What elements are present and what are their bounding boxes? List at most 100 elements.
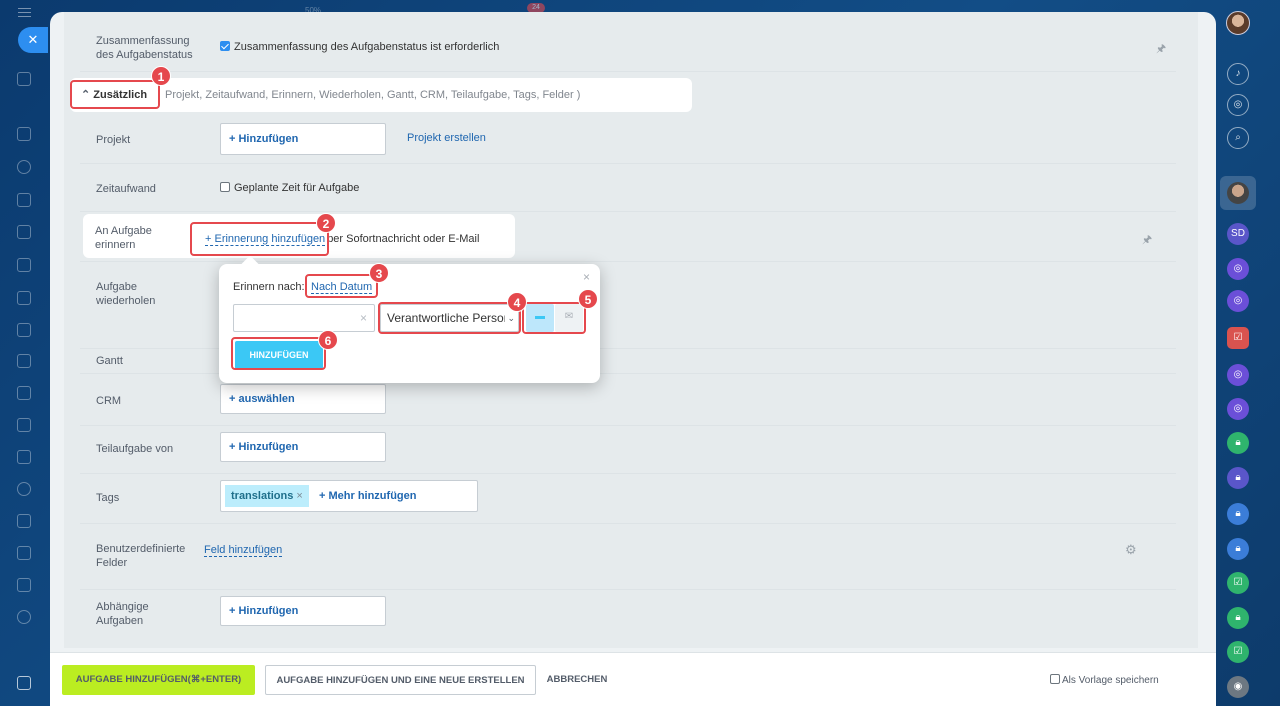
doc-icon[interactable] <box>17 193 31 207</box>
add-field-link[interactable]: Feld hinzufügen <box>204 544 283 557</box>
lock-icon[interactable]: 🔒︎ <box>1227 432 1249 454</box>
tag-chip[interactable]: translations × <box>225 485 309 507</box>
crm-select-button[interactable]: + auswählen <box>220 384 386 414</box>
clear-icon[interactable]: × <box>360 311 367 325</box>
message-icon[interactable] <box>17 450 31 464</box>
gear-icon[interactable]: ⚙ <box>1125 542 1137 558</box>
time-checkbox-row[interactable]: Geplante Zeit für Aufgabe <box>220 182 359 194</box>
crm-label: CRM <box>96 395 122 407</box>
tasks-icon[interactable] <box>17 386 31 400</box>
template-checkbox-row[interactable]: Als Vorlage speichern <box>1050 674 1159 686</box>
feed-icon[interactable] <box>17 127 31 141</box>
chat-avatar-tasks[interactable]: ☑ <box>1227 327 1249 349</box>
annotation-box-3 <box>305 274 378 298</box>
printer-icon[interactable] <box>17 676 31 690</box>
time-row: Zeitaufwand Geplante Zeit für Aufgabe <box>80 164 1176 212</box>
popup-close-icon[interactable]: × <box>583 270 590 284</box>
right-sidebar: ♪ ◎ ⌕ SD ◎ ◎ ☑ ◎ ◎ 🔒︎ 🔒︎ 🔒︎ 🔒︎ ☑ 🔒︎ ☑ ◉ <box>1216 0 1280 706</box>
chat-avatar-sd[interactable]: SD <box>1227 223 1249 245</box>
reminder-suffix: per Sofortnachricht oder E-Mail <box>327 233 480 245</box>
pin-icon-2[interactable]: 🖈 <box>1142 231 1152 250</box>
summary-checkbox-text: Zusammenfassung des Aufgabenstatus ist e… <box>234 41 500 53</box>
add-task-button[interactable]: AUFGABE HINZUFÜGEN(⌘+ENTER) <box>62 665 255 695</box>
globe-icon[interactable] <box>17 482 31 496</box>
project-add-button[interactable]: + Hinzufügen <box>220 123 386 155</box>
check-icon[interactable]: ☑ <box>1227 572 1249 594</box>
time-label: Zeitaufwand <box>96 183 156 195</box>
lock-icon-4[interactable]: 🔒︎ <box>1227 538 1249 560</box>
summary-row: Zusammenfassung des Aufgabenstatus Zusam… <box>80 12 1176 72</box>
annotation-badge-3: 3 <box>369 263 389 283</box>
filter-icon[interactable] <box>17 514 31 528</box>
reminder-prefix: Erinnern nach: <box>233 281 305 293</box>
close-button[interactable]: ✕ <box>18 27 48 53</box>
bank-icon[interactable] <box>17 418 31 432</box>
subtask-row: Teilaufgabe von + Hinzufügen <box>80 426 1176 474</box>
extra-items: Projekt, Zeitaufwand, Erinnern, Wiederho… <box>165 89 581 101</box>
crm-row: CRM + auswählen <box>80 378 1176 426</box>
add-and-new-button[interactable]: AUFGABE HINZUFÜGEN UND EINE NEUE ERSTELL… <box>265 665 536 695</box>
tags-label: Tags <box>96 492 120 504</box>
lock-icon-3[interactable]: 🔒︎ <box>1227 503 1249 525</box>
users-icon[interactable] <box>17 160 31 174</box>
template-checkbox[interactable] <box>1050 674 1060 684</box>
cancel-button[interactable]: ABBRECHEN <box>542 665 612 695</box>
summary-checkbox[interactable] <box>220 41 230 51</box>
lock-icon-5[interactable]: 🔒︎ <box>1227 607 1249 629</box>
left-sidebar: ✕ <box>0 0 50 706</box>
summary-label: Zusammenfassung des Aufgabenstatus <box>96 35 193 61</box>
chat-avatar-3[interactable]: ◎ <box>1227 364 1249 386</box>
date-input[interactable]: × <box>233 304 375 332</box>
tags-row: Tags translations × + Mehr hinzufügen <box>80 474 1176 524</box>
lock-icon-2[interactable]: 🔒︎ <box>1227 467 1249 489</box>
time-checkbox[interactable] <box>220 182 230 192</box>
subtask-label: Teilaufgabe von <box>96 443 174 455</box>
repeat-label: Aufgabe wiederholen <box>96 281 156 307</box>
summary-checkbox-row[interactable]: Zusammenfassung des Aufgabenstatus ist e… <box>220 41 499 53</box>
dependent-label: Abhängige Aufgaben <box>96 601 149 627</box>
pin-icon[interactable]: 🖈 <box>1156 40 1166 59</box>
annotation-box-4 <box>378 302 521 334</box>
chart-icon[interactable] <box>17 323 31 337</box>
screen-icon[interactable] <box>17 258 31 272</box>
subtask-add-button[interactable]: + Hinzufügen <box>220 432 386 462</box>
storage-icon[interactable] <box>17 225 31 239</box>
gantt-label: Gantt <box>96 355 123 367</box>
calendar-icon[interactable] <box>17 546 31 560</box>
chat-avatar-1[interactable]: ◎ <box>1227 258 1249 280</box>
tag-chip-text: translations <box>231 490 294 502</box>
chat-avatar-4[interactable]: ◎ <box>1227 398 1249 420</box>
close-icon: ✕ <box>27 32 39 47</box>
annotation-badge-4: 4 <box>507 292 527 312</box>
reminder-label: An Aufgabe erinnern <box>95 225 152 251</box>
bell-icon[interactable]: ♪ <box>1227 63 1249 85</box>
list-icon[interactable] <box>17 578 31 592</box>
annotation-badge-1: 1 <box>151 66 171 86</box>
chat-avatar-2[interactable]: ◎ <box>1227 290 1249 312</box>
check-icon-2[interactable]: ☑ <box>1227 641 1249 663</box>
project-create-link[interactable]: Projekt erstellen <box>407 132 486 144</box>
dependent-row: Abhängige Aufgaben + Hinzufügen <box>80 590 1176 648</box>
project-label: Projekt <box>96 134 131 146</box>
tags-field[interactable]: translations × + Mehr hinzufügen <box>220 480 478 512</box>
dependent-add-button[interactable]: + Hinzufügen <box>220 596 386 626</box>
chat-sidebar-icon[interactable] <box>17 291 31 305</box>
annotation-badge-2: 2 <box>316 213 336 233</box>
minimize-icon[interactable] <box>17 72 31 86</box>
annotation-box-1 <box>70 80 160 109</box>
annotation-badge-6: 6 <box>318 330 338 350</box>
target-icon[interactable]: ◎ <box>1227 94 1249 116</box>
custom-fields-label: Benutzerdefinierte Felder <box>96 543 186 569</box>
burger-icon[interactable] <box>18 8 31 17</box>
project-row: Projekt + Hinzufügen Projekt erstellen <box>80 114 1176 164</box>
bottom-action-bar: AUFGABE HINZUFÜGEN(⌘+ENTER) AUFGABE HINZ… <box>50 652 1216 706</box>
tags-more-link[interactable]: + Mehr hinzufügen <box>319 490 416 502</box>
group-avatar[interactable]: ◉ <box>1227 676 1249 698</box>
search-icon[interactable]: ⌕ <box>1227 127 1249 149</box>
cart-icon[interactable] <box>17 354 31 368</box>
settings-icon[interactable] <box>17 610 31 624</box>
annotation-badge-5: 5 <box>578 289 598 309</box>
contact-avatar[interactable] <box>1227 182 1249 204</box>
user-avatar[interactable] <box>1226 11 1250 35</box>
tag-remove-icon[interactable]: × <box>296 490 302 502</box>
